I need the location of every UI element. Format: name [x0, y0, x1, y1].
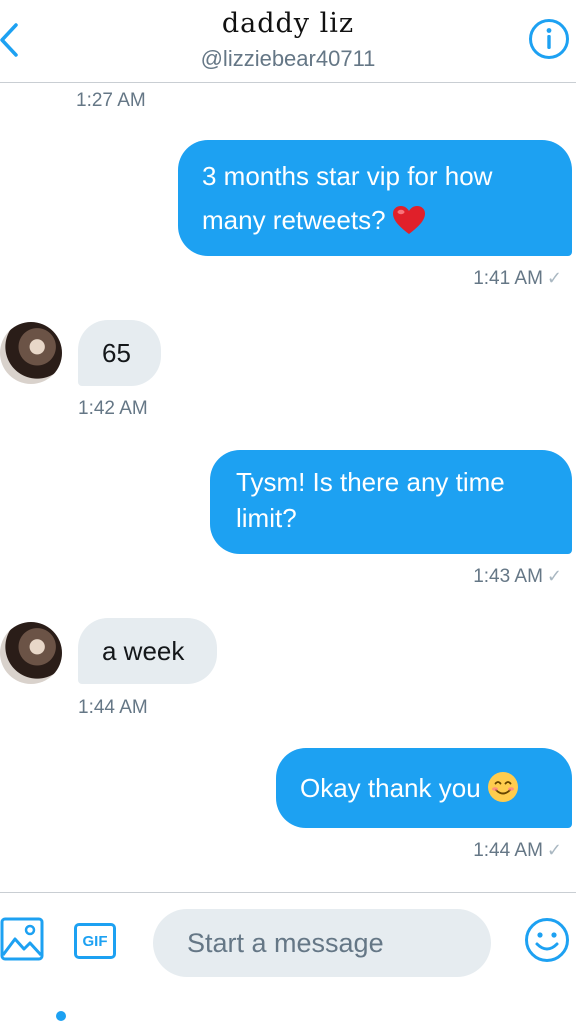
conversation-header: daddy liz @lizziebear40711: [0, 0, 576, 83]
message-timestamp: 1:42 AM: [78, 398, 148, 419]
conversation-handle: @lizziebear40711: [200, 46, 376, 71]
message-input[interactable]: [153, 909, 491, 977]
received-message-bubble[interactable]: 65: [78, 320, 161, 386]
avatar[interactable]: [0, 622, 62, 684]
sent-message-bubble[interactable]: Okay thank you: [276, 748, 572, 828]
smiling-face-emoji-icon: [487, 771, 519, 816]
checkmark-icon: ✓: [546, 268, 562, 288]
conversation-title[interactable]: daddy liz: [0, 8, 576, 39]
sent-message-bubble[interactable]: Tysm! Is there any time limit?: [210, 450, 572, 554]
sent-message-bubble[interactable]: 3 months star vip for how many retweets?: [178, 140, 572, 256]
message-timestamp: 1:44 AM ✓: [473, 840, 562, 861]
smiley-icon: [525, 918, 569, 962]
message-timestamp: 1:27 AM: [76, 90, 146, 111]
message-text: a week: [102, 636, 185, 666]
emoji-button[interactable]: [524, 917, 570, 963]
message-timestamp: 1:44 AM: [78, 697, 148, 718]
message-text: Okay thank you: [300, 773, 481, 803]
avatar[interactable]: [0, 322, 62, 384]
message-timestamp: 1:41 AM ✓: [473, 268, 562, 289]
gif-button[interactable]: GIF: [74, 923, 116, 959]
received-message-bubble[interactable]: a week: [78, 618, 217, 684]
notification-dot: [56, 1011, 66, 1021]
message-timestamp: 1:43 AM ✓: [473, 566, 562, 587]
message-composer: GIF: [0, 892, 576, 1023]
message-text: 65: [102, 338, 131, 368]
info-icon: [529, 19, 569, 59]
message-text: Tysm! Is there any time limit?: [236, 467, 505, 533]
checkmark-icon: ✓: [546, 566, 562, 586]
info-button[interactable]: [528, 18, 570, 60]
add-photo-button[interactable]: [0, 917, 44, 961]
heart-emoji-icon: [392, 204, 426, 248]
image-icon: [0, 917, 44, 961]
message-text: 3 months star vip for how many retweets?: [202, 161, 493, 235]
checkmark-icon: ✓: [546, 840, 562, 860]
